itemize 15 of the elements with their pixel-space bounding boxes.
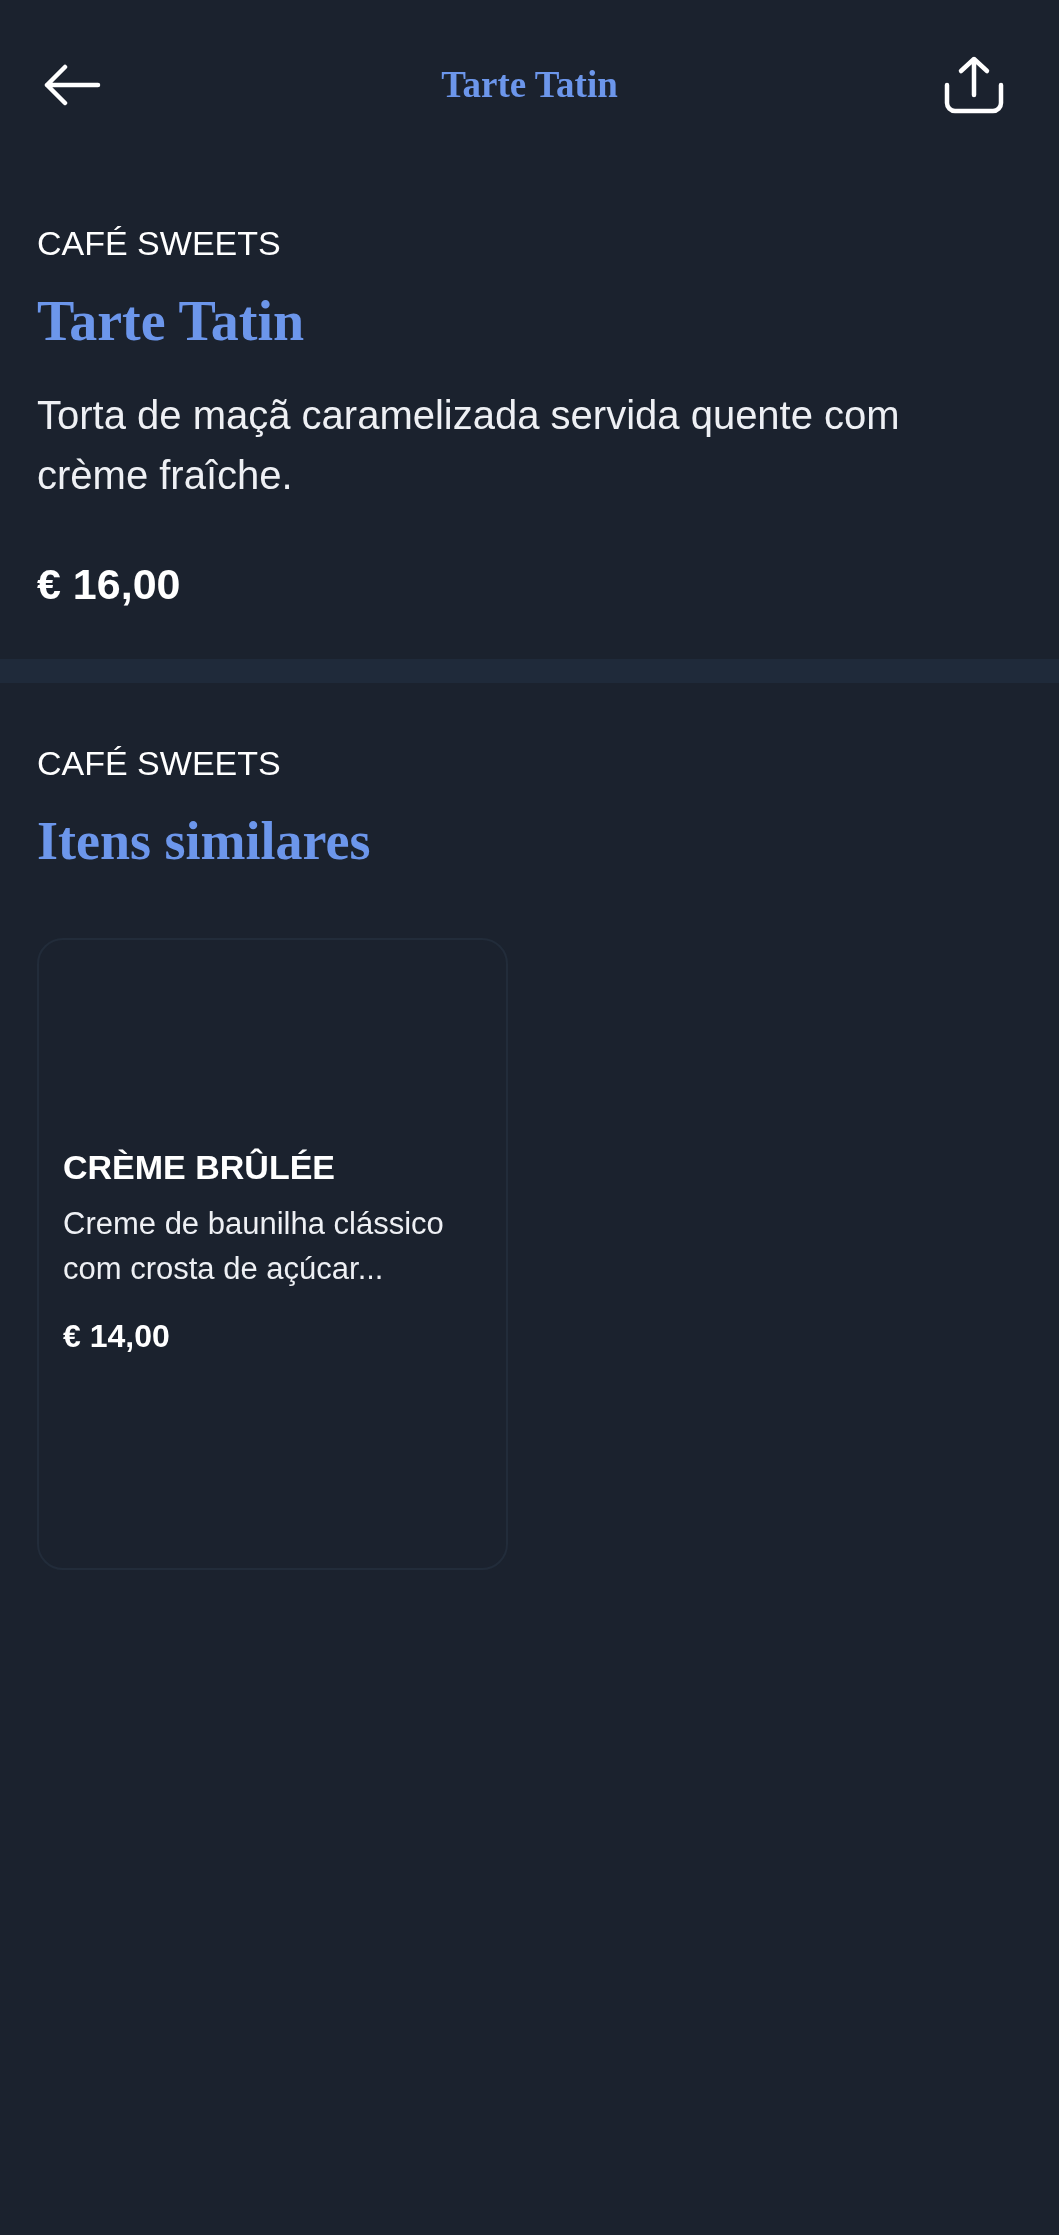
back-arrow-icon: [43, 64, 101, 106]
item-description: Torta de maçã caramelizada servida quente com crème fraîche.: [37, 392, 901, 499]
section-title: Itens similares: [37, 810, 371, 873]
product-name: CRÈME BRÛLÉE: [63, 1147, 336, 1187]
item-title: Tarte Tatin: [37, 289, 305, 353]
page-title: Tarte Tatin: [441, 63, 618, 107]
product-card[interactable]: CRÈME BRÛLÉE Creme de baunilha clássico com crosta de açúcar... € 14,00: [37, 938, 508, 1570]
category-label: CAFÉ SWEETS: [37, 223, 281, 263]
category-label: CAFÉ SWEETS: [37, 743, 281, 783]
product-description: Creme de baunilha clássico com crosta de açúcar...: [63, 1205, 445, 1288]
product-price: € 14,00: [63, 1317, 170, 1355]
share-button[interactable]: [943, 55, 1005, 115]
back-button[interactable]: [43, 64, 101, 106]
item-price: € 16,00: [37, 559, 181, 609]
share-icon: [943, 55, 1005, 115]
